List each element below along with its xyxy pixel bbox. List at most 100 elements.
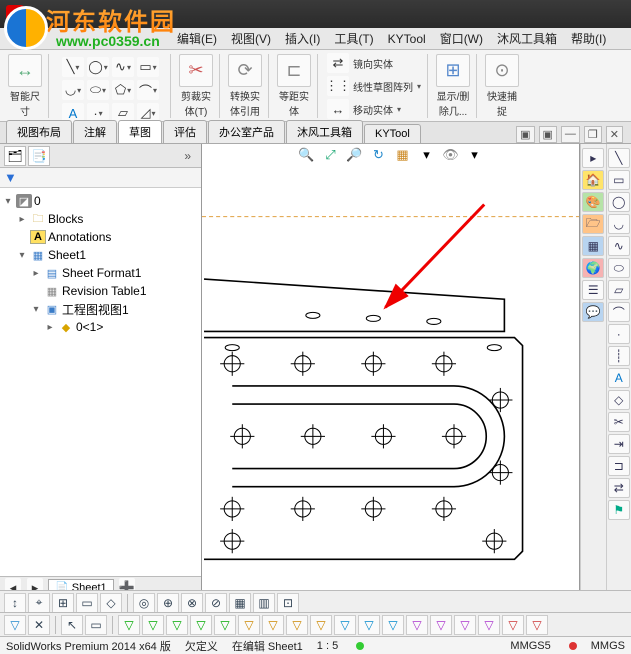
rtool-arc[interactable]: ◡	[608, 214, 630, 234]
rtool-text[interactable]: A	[608, 368, 630, 388]
rtool-expand[interactable]: ▸	[582, 148, 604, 168]
bt2-filter[interactable]: ▽	[4, 615, 26, 635]
smart-dimension-button[interactable]: ↔	[8, 54, 42, 87]
bt2-f15[interactable]: ▽	[454, 615, 476, 635]
filter-icon[interactable]: ▼	[4, 170, 20, 186]
bt2-f6[interactable]: ▽	[238, 615, 260, 635]
convert-button[interactable]: ⟳	[228, 54, 262, 87]
rtool-trim[interactable]: ✂	[608, 412, 630, 432]
rtool-rect[interactable]: ▭	[608, 170, 630, 190]
move-button[interactable]: ↔	[327, 99, 349, 119]
doc-close-button[interactable]: ✕	[606, 126, 623, 143]
rtool-plane[interactable]: ◇	[608, 390, 630, 410]
menu-insert[interactable]: 插入(I)	[278, 30, 327, 47]
bt2-f13[interactable]: ▽	[406, 615, 428, 635]
rtool-home[interactable]: 🏠	[582, 170, 604, 190]
bt1-07[interactable]: ⊕	[157, 593, 179, 613]
rect-tool-button[interactable]: ▭▾	[137, 57, 159, 77]
tab-kytool[interactable]: KYTool	[364, 124, 421, 143]
panel-collapse-button[interactable]: »	[184, 149, 197, 163]
panel-tab-tree[interactable]: 🗂	[4, 146, 26, 166]
rtool-ellipse[interactable]: ⬭	[608, 258, 630, 278]
trim-button[interactable]: ✂	[179, 54, 213, 87]
menu-edit[interactable]: 编辑(E)	[170, 30, 224, 47]
bt2-f9[interactable]: ▽	[310, 615, 332, 635]
menu-mufeng[interactable]: 沐风工具箱	[490, 30, 564, 47]
status-units2[interactable]: MMGS	[591, 640, 625, 652]
bt1-06[interactable]: ◎	[133, 593, 155, 613]
tree-part[interactable]: ▸◆0<1>	[2, 318, 199, 336]
line-tool-button[interactable]: ╲▾	[62, 57, 84, 77]
bt2-f1[interactable]: ▽	[118, 615, 140, 635]
rtool-point[interactable]: ·	[608, 324, 630, 344]
tab-evaluate[interactable]: 评估	[163, 120, 207, 143]
bt2-f12[interactable]: ▽	[382, 615, 404, 635]
offset-button[interactable]: ⊏	[277, 54, 311, 87]
tree-sheet1[interactable]: ▾▦Sheet1	[2, 246, 199, 264]
rtool-slot[interactable]: ▱	[608, 280, 630, 300]
bt1-05[interactable]: ◇	[100, 593, 122, 613]
drawing-canvas[interactable]: 🔍 ⤢ 🔎 ↻ ▦ ▾ 👁 ▾	[202, 144, 579, 598]
tree-drawing-view[interactable]: ▾▣工程图视图1	[2, 300, 199, 318]
rtool-spline[interactable]: ∿	[608, 236, 630, 256]
bt1-03[interactable]: ⊞	[52, 593, 74, 613]
menu-view[interactable]: 视图(V)	[224, 30, 278, 47]
bt2-f16[interactable]: ▽	[478, 615, 500, 635]
bt1-02[interactable]: ⌖	[28, 593, 50, 613]
menu-tools[interactable]: 工具(T)	[327, 30, 380, 47]
rtool-view-palette[interactable]: ▦	[582, 236, 604, 256]
rtool-custom-props[interactable]: ☰	[582, 280, 604, 300]
tree-revision-table[interactable]: ▦Revision Table1	[2, 282, 199, 300]
bt2-cursor[interactable]: ↖	[61, 615, 83, 635]
tree-sheet-format[interactable]: ▸▤Sheet Format1	[2, 264, 199, 282]
tab-annotation[interactable]: 注解	[73, 120, 117, 143]
doc-restore-button[interactable]: ❐	[584, 126, 602, 143]
rtool-line[interactable]: ╲	[608, 148, 630, 168]
rtool-forum[interactable]: 💬	[582, 302, 604, 322]
showdel-button[interactable]: ⊞	[436, 54, 470, 87]
bt2-clear[interactable]: ✕	[28, 615, 50, 635]
bt1-08[interactable]: ⊗	[181, 593, 203, 613]
tree-blocks[interactable]: ▸🗀Blocks	[2, 210, 199, 228]
rtool-mirror[interactable]: ⇄	[608, 478, 630, 498]
rtool-circle[interactable]: ◯	[608, 192, 630, 212]
rtool-centerline[interactable]: ┊	[608, 346, 630, 366]
rtool-offset[interactable]: ⊐	[608, 456, 630, 476]
arc-tool-button[interactable]: ◡▾	[62, 80, 84, 100]
bt1-09[interactable]: ⊘	[205, 593, 227, 613]
bt1-04[interactable]: ▭	[76, 593, 98, 613]
bt2-f11[interactable]: ▽	[358, 615, 380, 635]
bt2-select[interactable]: ▭	[85, 615, 107, 635]
spline-tool-button[interactable]: ∿▾	[112, 57, 134, 77]
bt1-11[interactable]: ▥	[253, 593, 275, 613]
doc-minimize-button[interactable]: —	[561, 126, 580, 143]
tree-annotations[interactable]: AAnnotations	[2, 228, 199, 246]
tab-mufeng[interactable]: 沐风工具箱	[286, 120, 363, 143]
bt1-10[interactable]: ▦	[229, 593, 251, 613]
bt1-01[interactable]: ↕	[4, 593, 26, 613]
circle-tool-button[interactable]: ◯▾	[87, 57, 109, 77]
tree-root[interactable]: ▾◪0	[2, 192, 199, 210]
bt2-f18[interactable]: ▽	[526, 615, 548, 635]
rtool-library[interactable]: 🗁	[582, 214, 604, 234]
menu-kytool[interactable]: KYTool	[381, 32, 433, 46]
bt2-f5[interactable]: ▽	[214, 615, 236, 635]
rtool-flag[interactable]: ⚑	[608, 500, 630, 520]
bt2-f17[interactable]: ▽	[502, 615, 524, 635]
status-units[interactable]: MMGS5	[510, 640, 550, 652]
doc-btn-2[interactable]: ▣	[539, 126, 557, 143]
bt2-f10[interactable]: ▽	[334, 615, 356, 635]
bt2-f3[interactable]: ▽	[166, 615, 188, 635]
bt2-f4[interactable]: ▽	[190, 615, 212, 635]
rtool-appearances[interactable]: 🎨	[582, 192, 604, 212]
tab-layout[interactable]: 视图布局	[6, 120, 72, 143]
bt2-f14[interactable]: ▽	[430, 615, 452, 635]
polygon-tool-button[interactable]: ⬠▾	[112, 80, 134, 100]
tab-office[interactable]: 办公室产品	[208, 120, 285, 143]
snap-button[interactable]: ⊙	[485, 54, 519, 87]
rtool-fillet[interactable]: ⌒	[608, 302, 630, 322]
linear-pattern-button[interactable]: ⋮⋮	[327, 76, 349, 96]
menu-window[interactable]: 窗口(W)	[433, 30, 490, 47]
doc-btn-1[interactable]: ▣	[516, 126, 534, 143]
bt2-f8[interactable]: ▽	[286, 615, 308, 635]
